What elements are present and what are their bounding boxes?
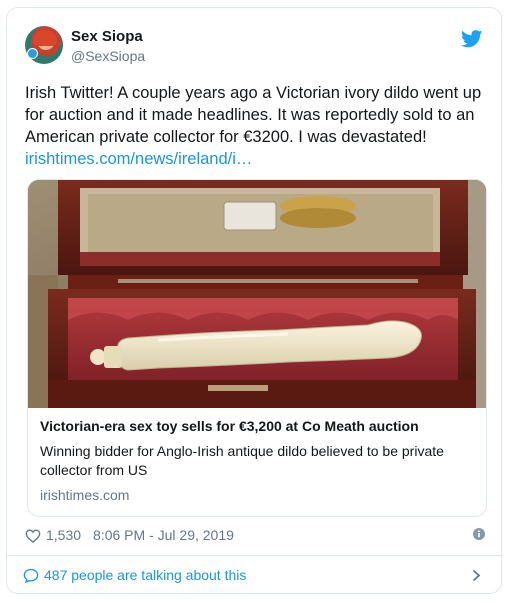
link-card-body: Victorian-era sex toy sells for €3,200 a…	[40, 417, 476, 503]
article-photo	[28, 180, 486, 408]
link-card-title[interactable]: Victorian-era sex toy sells for €3,200 a…	[40, 417, 476, 436]
twitter-bird-icon[interactable]	[461, 30, 483, 48]
tweet-text: Irish Twitter! A couple years ago a Vict…	[25, 82, 490, 170]
divider	[7, 555, 501, 556]
link-card-description: Winning bidder for Anglo-Irish antique d…	[40, 443, 444, 478]
tweet-meta: 1,530 8:06 PM - Jul 29, 2019	[25, 525, 234, 545]
conversation-link[interactable]: 487 people are talking about this	[23, 564, 246, 586]
tweet-body: Irish Twitter! A couple years ago a Vict…	[25, 84, 482, 146]
tweet-link[interactable]: irishtimes.com/news/ireland/i…	[25, 150, 252, 168]
tweet-embed: Sex Siopa @SexSiopa Irish Twitter! A cou…	[6, 7, 502, 594]
info-icon[interactable]	[473, 528, 485, 540]
tweet-header: Sex Siopa @SexSiopa	[25, 26, 487, 70]
author-name[interactable]: Sex Siopa	[71, 28, 143, 45]
link-preview-card[interactable]: Victorian-era sex toy sells for €3,200 a…	[27, 179, 487, 517]
chevron-right-icon[interactable]	[472, 569, 481, 582]
tweet-timestamp[interactable]: 8:06 PM - Jul 29, 2019	[93, 527, 234, 543]
avatar[interactable]	[25, 26, 63, 64]
author-handle[interactable]: @SexSiopa	[71, 48, 145, 64]
speech-bubble-icon	[23, 568, 39, 583]
link-card-domain: irishtimes.com	[40, 487, 130, 503]
conversation-count[interactable]: 487 people are talking about this	[44, 567, 246, 583]
like-count[interactable]: 1,530	[46, 527, 81, 543]
heart-icon[interactable]	[25, 528, 41, 543]
